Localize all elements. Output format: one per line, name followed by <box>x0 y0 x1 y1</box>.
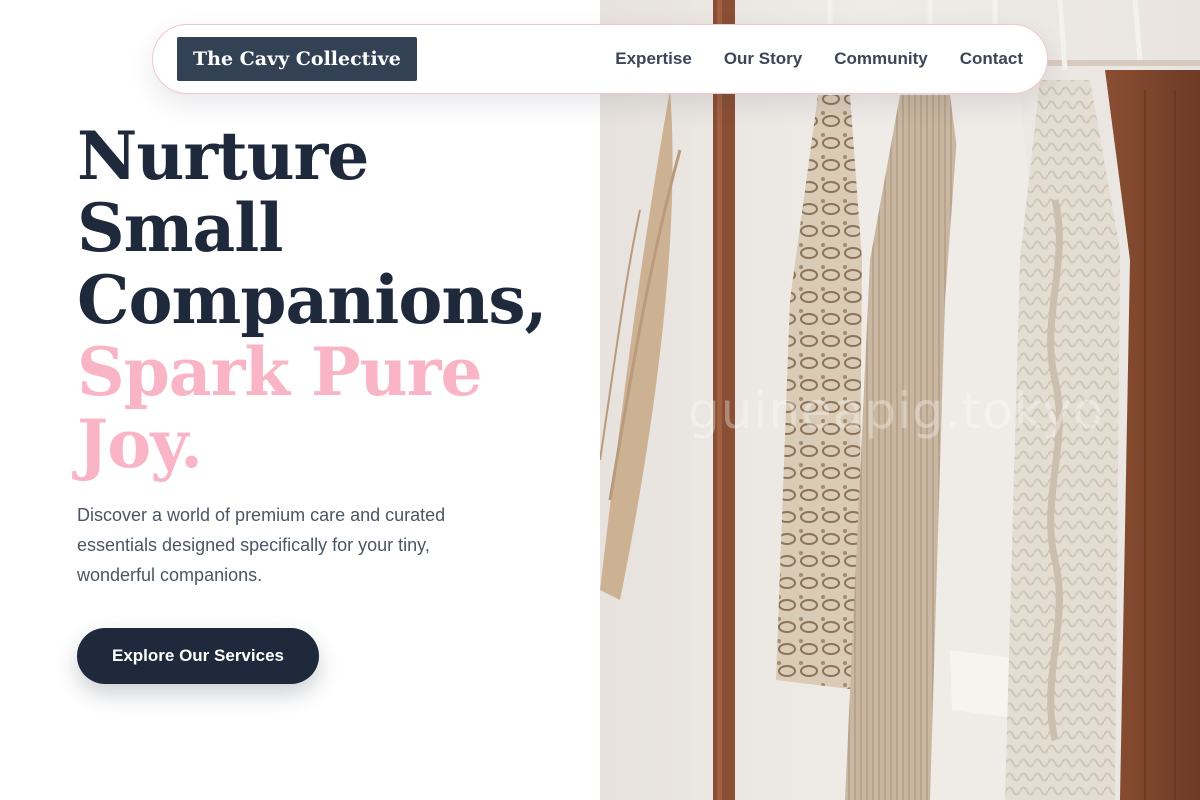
hero-description: Discover a world of premium care and cur… <box>77 505 446 585</box>
watermark-text: guineapig.tokyo <box>688 382 1105 440</box>
hero-headline: Nurture Small Companions, Spark Pure Joy… <box>77 120 597 480</box>
nav-link-our-story[interactable]: Our Story <box>724 49 802 69</box>
headline-line: Small <box>77 189 283 267</box>
headline-line: Nurture <box>77 117 369 195</box>
hero-image: guineapig.tokyo <box>600 0 1200 800</box>
explore-services-button[interactable]: Explore Our Services <box>77 628 319 684</box>
headline-line: Companions, <box>77 261 548 339</box>
brand-logo[interactable]: The Cavy Collective <box>177 37 417 81</box>
top-navigation: The Cavy Collective Expertise Our Story … <box>152 24 1048 94</box>
nav-link-contact[interactable]: Contact <box>960 49 1023 69</box>
headline-accent-line: Spark Pure <box>77 333 482 411</box>
nav-link-community[interactable]: Community <box>834 49 928 69</box>
headline-accent-line: Joy. <box>77 405 203 483</box>
nav-links: Expertise Our Story Community Contact <box>615 49 1023 69</box>
nav-link-expertise[interactable]: Expertise <box>615 49 692 69</box>
